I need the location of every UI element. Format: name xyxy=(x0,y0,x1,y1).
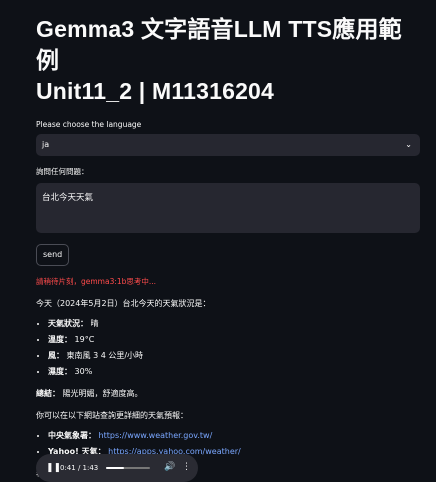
language-label: Please choose the language xyxy=(36,120,142,129)
summary-key: 總結： xyxy=(36,389,60,398)
main-content: Gemma3 文字語音LLM TTS應用範例 Unit11_2 | M11316… xyxy=(36,14,420,480)
weather-list: 天氣狀況： 晴 溫度： 19°C 風： 東南風 3 4 公里/小時 濕度： 30… xyxy=(36,318,420,378)
page-title-line2: Unit11_2 | M11316204 xyxy=(36,78,275,104)
language-selected-value: ja xyxy=(42,140,50,149)
response-area: 今天（2024年5月2日）台北今天的天氣狀況是： 天氣狀況： 晴 溫度： 19°… xyxy=(36,298,420,480)
weather-item-value: 30% xyxy=(74,367,93,376)
question-text: 台北今天天氣 xyxy=(42,193,94,203)
weather-item: 濕度： 30% xyxy=(48,366,420,378)
weather-item-key: 天氣狀況： xyxy=(48,319,88,328)
weather-item-value: 東南風 3 4 公里/小時 xyxy=(66,351,144,360)
weather-item-key: 溫度： xyxy=(48,335,72,344)
audio-time: 0:41 / 1:43 xyxy=(60,464,99,472)
weather-item-value: 晴 xyxy=(90,319,99,328)
link-item: 中央氣象署： https://www.weather.gov.tw/ xyxy=(48,430,420,442)
weather-item-key: 濕度： xyxy=(48,367,72,376)
response-intro: 今天（2024年5月2日）台北今天的天氣狀況是： xyxy=(36,299,211,308)
audio-seek-bar[interactable] xyxy=(106,467,150,469)
weather-item-key: 風： xyxy=(48,351,64,360)
summary: 總結： 陽光明媚，舒適度高。 xyxy=(36,388,420,400)
link-item-key: 中央氣象署： xyxy=(48,431,96,440)
more-options-icon[interactable]: ⋮ xyxy=(182,462,191,472)
audio-player: ❚❚ 0:41 / 1:43 🔊 ⋮ xyxy=(36,454,198,482)
audio-progress-fill xyxy=(106,467,124,469)
volume-icon[interactable]: 🔊 xyxy=(164,462,175,472)
weather-gov-link[interactable]: https://www.weather.gov.tw/ xyxy=(99,431,213,440)
question-textarea[interactable]: 台北今天天氣 xyxy=(36,183,420,233)
question-group: 詢問任何問題： 台北今天天氣 xyxy=(36,166,420,233)
weather-item-value: 19°C xyxy=(74,335,95,344)
links-intro: 你可以在以下網站查詢更詳細的天氣預報： xyxy=(36,411,188,420)
language-select-group: Please choose the language ja ⌄ xyxy=(36,120,420,156)
question-label: 詢問任何問題： xyxy=(36,167,89,176)
weather-item: 溫度： 19°C xyxy=(48,334,420,346)
chevron-down-icon: ⌄ xyxy=(405,140,412,149)
thinking-warning: 請稍待片刻，gemma3:1b思考中... xyxy=(36,277,157,286)
page-title-line1: Gemma3 文字語音LLM TTS應用範例 xyxy=(36,16,402,73)
pause-icon[interactable]: ❚❚ xyxy=(46,463,61,473)
send-button[interactable]: send xyxy=(36,244,70,266)
language-select[interactable]: ja ⌄ xyxy=(36,134,420,156)
weather-item: 風： 東南風 3 4 公里/小時 xyxy=(48,350,420,362)
page-title: Gemma3 文字語音LLM TTS應用範例 Unit11_2 | M11316… xyxy=(36,14,420,107)
weather-item: 天氣狀況： 晴 xyxy=(48,318,420,330)
summary-value: 陽光明媚，舒適度高。 xyxy=(62,389,143,398)
